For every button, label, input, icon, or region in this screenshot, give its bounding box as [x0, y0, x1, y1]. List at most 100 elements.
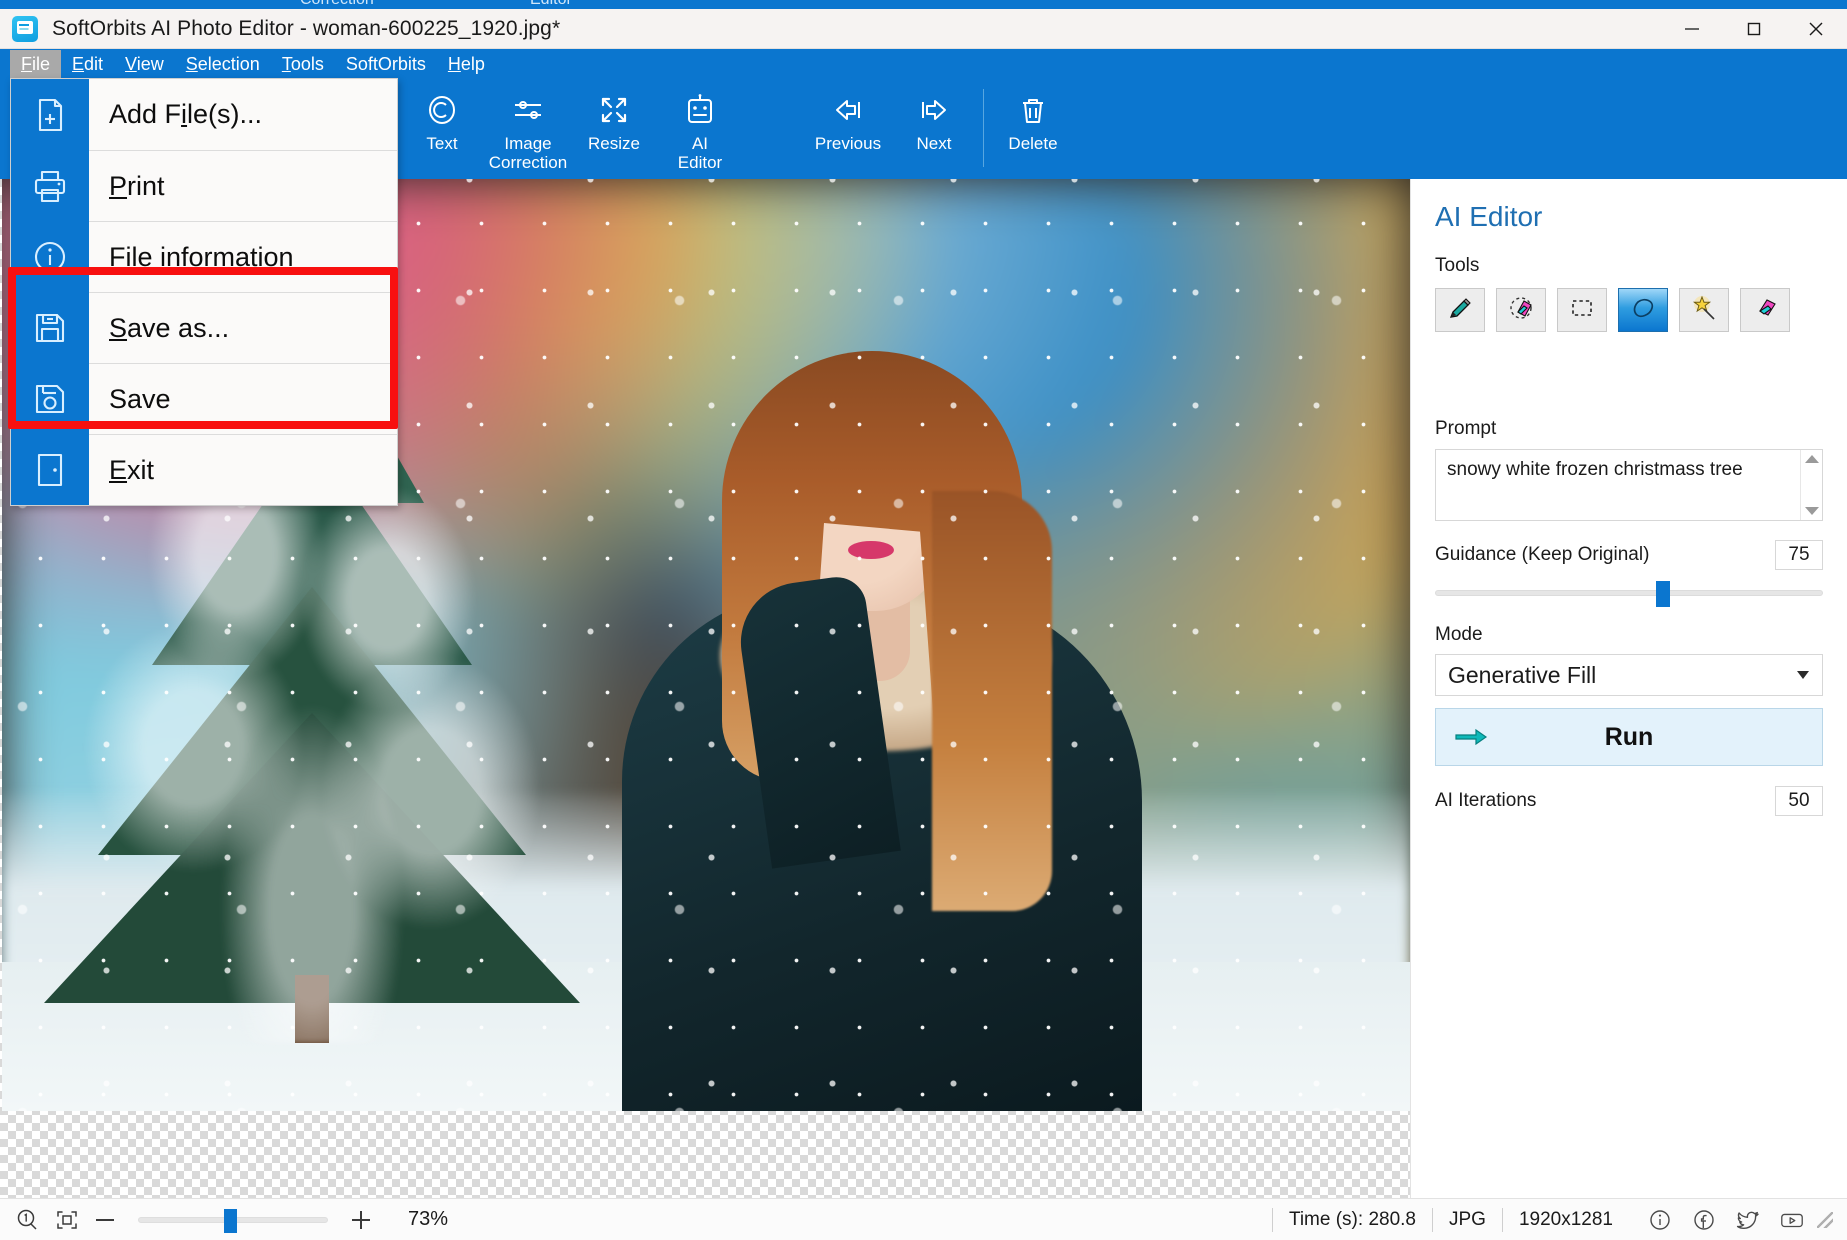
- toolbar-button-next[interactable]: Next: [891, 79, 977, 175]
- rectangle-select-tool-button[interactable]: [1557, 288, 1607, 332]
- prompt-box[interactable]: snowy white frozen christmass tree: [1435, 449, 1823, 521]
- status-bar-left: 73%: [0, 1207, 448, 1233]
- woman-lips: [848, 541, 894, 559]
- prompt-input[interactable]: snowy white frozen christmass tree: [1436, 450, 1800, 520]
- chevron-down-icon[interactable]: [1797, 671, 1809, 679]
- toolbar-button-ai-editor[interactable]: AI Editor: [657, 79, 743, 175]
- guidance-row: Guidance (Keep Original) 75: [1435, 540, 1823, 570]
- dashed-eraser-icon: [1507, 294, 1535, 327]
- menu-item-save-as-label: Save as...: [89, 292, 397, 363]
- soft-eraser-tool-button[interactable]: [1496, 288, 1546, 332]
- menu-item-exit-label: Exit: [89, 434, 397, 505]
- menu-item-file-information[interactable]: File information: [11, 221, 397, 292]
- toolbar-residual-strip: Correction Editor: [0, 0, 1847, 9]
- menu-file[interactable]: File: [10, 50, 62, 78]
- sliders-icon: [509, 88, 547, 132]
- arrow-right-icon: [915, 88, 953, 132]
- twitter-icon[interactable]: [1735, 1207, 1761, 1233]
- status-dimensions: 1920x1281: [1501, 1207, 1629, 1232]
- woman-hair-strand: [932, 491, 1052, 911]
- application-window: Correction Editor SoftOrbits AI Photo Ed…: [0, 0, 1847, 1240]
- iterations-value-field[interactable]: 50: [1775, 786, 1823, 816]
- zoom-in-button[interactable]: [350, 1209, 372, 1231]
- zoom-out-button[interactable]: [94, 1209, 116, 1231]
- minimize-button[interactable]: [1661, 9, 1723, 49]
- lasso-icon: [1629, 294, 1657, 327]
- facebook-icon[interactable]: [1691, 1207, 1717, 1233]
- zoom-one-icon[interactable]: [14, 1207, 40, 1233]
- menu-item-print-label: Print: [89, 150, 397, 221]
- toolbar-button-text[interactable]: Text: [399, 79, 485, 175]
- copyright-c-icon: [423, 88, 461, 132]
- tree-trunk: [295, 975, 329, 1043]
- title-bar: SoftOrbits AI Photo Editor - woman-60022…: [0, 9, 1847, 49]
- scroll-down-icon[interactable]: [1804, 507, 1819, 515]
- right-arrow-icon: [1454, 726, 1488, 748]
- scroll-up-icon[interactable]: [1804, 455, 1819, 463]
- toolbar-label-image-correction: Image Correction: [488, 134, 568, 172]
- menu-softorbits[interactable]: SoftOrbits: [335, 50, 437, 78]
- expand-arrows-icon: [595, 88, 633, 132]
- menu-item-print[interactable]: Print: [11, 150, 397, 221]
- menu-selection[interactable]: Selection: [175, 50, 271, 78]
- marker-tool-button[interactable]: [1435, 288, 1485, 332]
- close-button[interactable]: [1785, 9, 1847, 49]
- guidance-value-field[interactable]: 75: [1775, 540, 1823, 570]
- toolbar-button-resize[interactable]: Resize: [571, 79, 657, 175]
- toolbar-label-text: Text: [426, 134, 458, 153]
- mode-select[interactable]: Generative Fill: [1435, 654, 1823, 696]
- toolbar-label-previous: Previous: [814, 134, 882, 153]
- iterations-row: AI Iterations 50: [1435, 786, 1823, 816]
- menu-edit[interactable]: Edit: [61, 50, 114, 78]
- menu-tools[interactable]: Tools: [271, 50, 335, 78]
- toolbar-button-image-correction[interactable]: Image Correction: [485, 79, 571, 175]
- panel-title: AI Editor: [1435, 201, 1543, 232]
- zoom-percent-label: 73%: [408, 1208, 449, 1230]
- magic-wand-icon: [1690, 294, 1718, 327]
- eraser-block-tool-button[interactable]: [1740, 288, 1790, 332]
- menu-item-exit[interactable]: Exit: [11, 434, 397, 505]
- woman-subject: [602, 251, 1162, 1111]
- toolbar-label-ai-editor: AI Editor: [677, 134, 723, 172]
- run-button[interactable]: Run: [1435, 708, 1823, 766]
- dashed-rectangle-icon: [1568, 294, 1596, 327]
- youtube-icon[interactable]: [1779, 1207, 1805, 1233]
- info-circle-icon: [11, 221, 89, 292]
- menu-item-file-information-label: File information: [89, 221, 397, 292]
- zoom-slider-thumb[interactable]: [223, 1208, 237, 1233]
- mode-label: Mode: [1435, 624, 1483, 645]
- tree-layer-4: [44, 713, 580, 1003]
- lasso-select-tool-button[interactable]: [1618, 288, 1668, 332]
- magic-wand-tool-button[interactable]: [1679, 288, 1729, 332]
- toolbar-button-previous[interactable]: Previous: [805, 79, 891, 175]
- window-controls: [1661, 9, 1847, 49]
- maximize-button[interactable]: [1723, 9, 1785, 49]
- fit-to-window-icon[interactable]: [54, 1207, 80, 1233]
- menu-item-save-label: Save: [89, 363, 397, 434]
- prompt-scrollbar[interactable]: [1800, 450, 1822, 520]
- toolbar-button-delete[interactable]: Delete: [990, 79, 1076, 175]
- eraser-block-icon: [1751, 294, 1779, 327]
- info-icon[interactable]: [1647, 1207, 1673, 1233]
- menu-item-save-as[interactable]: Save as...: [11, 292, 397, 363]
- menu-view[interactable]: View: [114, 50, 175, 78]
- iterations-label: AI Iterations: [1435, 790, 1537, 811]
- status-format: JPG: [1432, 1207, 1502, 1232]
- status-bar-right: Time (s): 280.8 JPG 1920x1281: [1271, 1207, 1847, 1233]
- guidance-label: Guidance (Keep Original): [1435, 544, 1650, 565]
- floppy-disk-icon: [11, 292, 89, 363]
- trash-icon: [1014, 88, 1052, 132]
- menu-item-save[interactable]: Save: [11, 363, 397, 434]
- menu-help[interactable]: Help: [437, 50, 496, 78]
- printer-icon: [11, 150, 89, 221]
- tools-row: [1435, 288, 1823, 332]
- guidance-slider-track[interactable]: [1435, 590, 1823, 596]
- mode-select-value: Generative Fill: [1448, 661, 1597, 688]
- guidance-slider-thumb[interactable]: [1656, 581, 1671, 607]
- file-menu-dropdown[interactable]: Add File(s)... Print File information S …: [10, 78, 398, 506]
- window-resize-grip[interactable]: [1817, 1211, 1833, 1228]
- zoom-slider[interactable]: [138, 1208, 328, 1233]
- guidance-slider[interactable]: [1435, 581, 1823, 607]
- menu-item-add-files[interactable]: Add File(s)...: [11, 79, 397, 150]
- toolbar-label-resize: Resize: [588, 134, 640, 153]
